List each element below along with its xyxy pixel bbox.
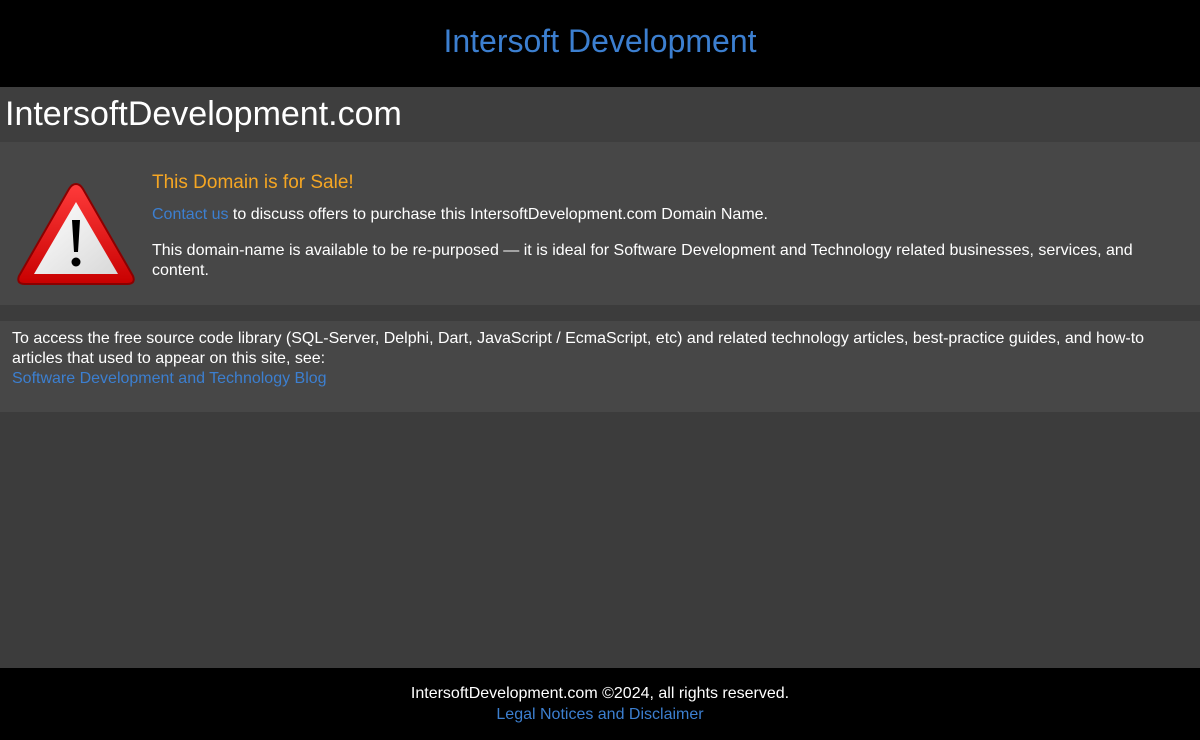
contact-us-link[interactable]: Contact us [152,206,228,223]
sale-heading: This Domain is for Sale! [152,172,354,193]
warning-triangle-icon [17,182,135,285]
contact-text: to discuss offers to purchase this Inter… [228,206,768,223]
legal-notices-link[interactable]: Legal Notices and Disclaimer [496,704,703,726]
blog-link[interactable]: Software Development and Technology Blog [12,369,1188,389]
sale-description: This domain-name is available to be re-p… [152,242,1133,279]
domain-sale-panel: This Domain is for Sale! Contact us to d… [0,142,1200,305]
domain-name-heading: IntersoftDevelopment.com [5,95,402,133]
site-header: Intersoft Development [0,0,1200,87]
contact-line: Contact us to discuss offers to purchase… [152,205,1182,225]
sale-content: This Domain is for Sale! Contact us to d… [152,170,1182,297]
footer-copyright: IntersoftDevelopment.com ©2024, all righ… [410,685,790,702]
library-description: To access the free source code library (… [12,330,1145,367]
library-info: To access the free source code library (… [12,329,1188,389]
site-footer: IntersoftDevelopment.com ©2024, all righ… [0,668,1200,740]
domain-bar: IntersoftDevelopment.com [0,87,1200,142]
library-panel: To access the free source code library (… [0,321,1200,412]
site-title-link[interactable]: Intersoft Development [443,20,756,62]
